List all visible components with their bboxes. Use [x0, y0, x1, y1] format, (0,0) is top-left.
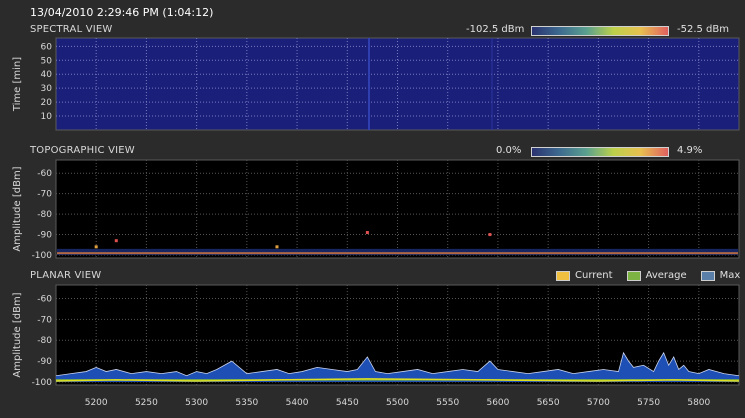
topo-hotspot-4 — [94, 245, 98, 249]
spectral-ytick-0: 60 — [41, 42, 53, 52]
topographic-ytick-2: -80 — [37, 210, 52, 220]
topographic-y-ticks: -60 -70 -80 -90 -100 — [32, 169, 53, 261]
topo-hotspot-3 — [275, 245, 279, 249]
x-tick-6: 5500 — [386, 398, 409, 408]
planar-ytick-0: -60 — [37, 294, 52, 304]
planar-ytick-4: -100 — [32, 378, 53, 388]
planar-panel[interactable]: -60 -70 -80 -90 -100 Amplitude [dBm] 5200 525… — [12, 284, 740, 408]
topo-hotspot-1 — [365, 231, 369, 235]
topographic-ytick-3: -90 — [37, 231, 52, 241]
x-tick-5: 5450 — [336, 398, 359, 408]
topo-hotspot-0 — [114, 239, 118, 243]
x-axis-ticks: 5200 5250 5300 5350 5400 5450 5500 5550 5600 5650… — [85, 398, 711, 408]
spectral-ytick-2: 40 — [41, 70, 53, 80]
planar-ytick-3: -90 — [37, 357, 52, 367]
x-tick-2: 5300 — [185, 398, 208, 408]
spectral-ytick-4: 20 — [41, 98, 53, 108]
spectral-panel[interactable]: 60 50 40 30 20 10 Time [min] — [12, 37, 740, 131]
x-tick-1: 5250 — [135, 398, 158, 408]
topographic-ytick-4: -100 — [32, 251, 53, 261]
topographic-panel[interactable]: -60 -70 -80 -90 -100 Amplitude [dBm] — [12, 159, 740, 261]
x-tick-11: 5750 — [637, 398, 660, 408]
spectral-ytick-1: 50 — [41, 56, 53, 66]
planar-ytick-1: -70 — [37, 315, 52, 325]
planar-ytick-2: -80 — [37, 336, 52, 346]
planar-y-ticks: -60 -70 -80 -90 -100 — [32, 294, 53, 388]
x-tick-4: 5400 — [286, 398, 309, 408]
topo-hotspot-2 — [488, 233, 492, 237]
x-tick-7: 5550 — [436, 398, 459, 408]
x-tick-0: 5200 — [85, 398, 108, 408]
spectral-ytick-5: 10 — [41, 112, 53, 122]
x-tick-8: 5600 — [486, 398, 509, 408]
topographic-ylabel: Amplitude [dBm] — [12, 166, 23, 251]
topographic-ytick-1: -70 — [37, 190, 52, 200]
planar-ylabel: Amplitude [dBm] — [12, 292, 23, 377]
topographic-ytick-0: -60 — [37, 169, 52, 179]
x-tick-12: 5800 — [687, 398, 710, 408]
x-tick-10: 5700 — [587, 398, 610, 408]
spectral-y-ticks: 60 50 40 30 20 10 — [41, 42, 53, 122]
x-tick-3: 5350 — [235, 398, 258, 408]
spectral-ylabel: Time [min] — [12, 57, 23, 112]
spectral-ytick-3: 30 — [41, 84, 53, 94]
x-tick-9: 5650 — [537, 398, 560, 408]
spectrum-charts: 60 50 40 30 20 10 Time [min] -60 -70 -80 -90 -100… — [12, 37, 740, 408]
topo-band-hot — [57, 252, 738, 255]
